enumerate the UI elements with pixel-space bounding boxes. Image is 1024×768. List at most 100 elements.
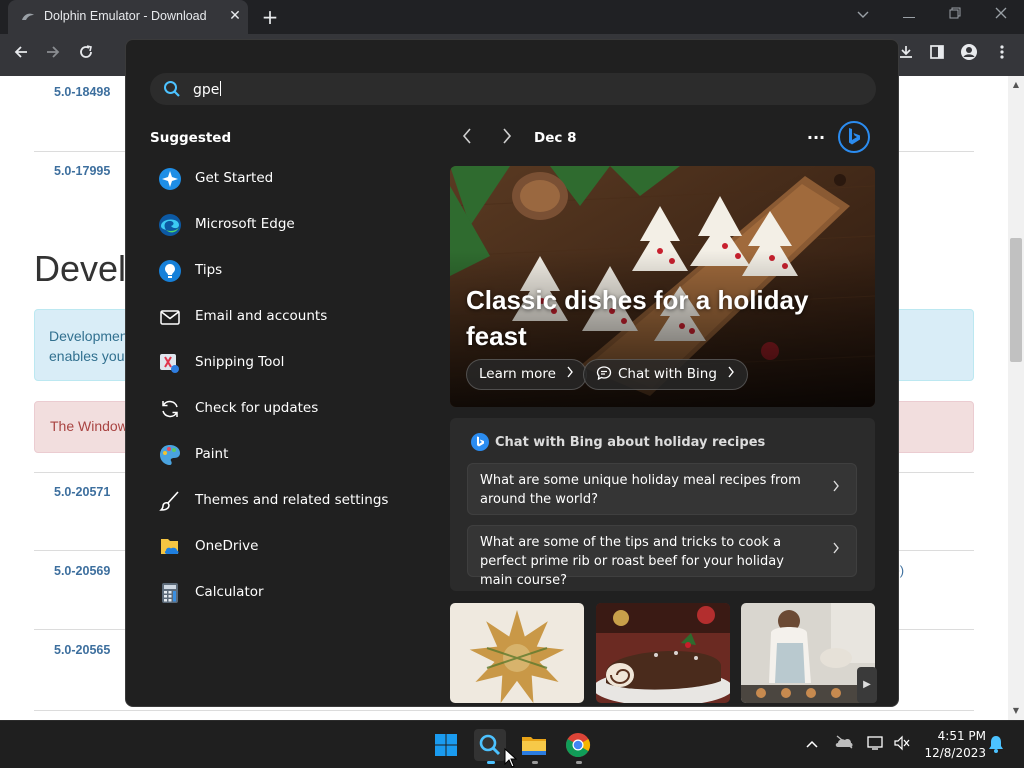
suggested-item-label: Microsoft Edge — [195, 216, 295, 232]
baking-image — [741, 603, 875, 703]
reload-icon[interactable] — [74, 43, 98, 67]
get-started-icon — [158, 167, 182, 191]
suggested-item-label: Get Started — [195, 170, 274, 186]
version-link[interactable]: 5.0-17995 — [54, 164, 110, 178]
profile-icon[interactable] — [957, 43, 981, 67]
version-link[interactable]: 5.0-18498 — [54, 85, 110, 99]
search-icon — [162, 79, 182, 99]
suggested-item-themes-and-related-settings[interactable]: Themes and related settings — [152, 481, 412, 521]
bing-question-button[interactable]: What are some of the tips and tricks to … — [467, 525, 857, 588]
minimize-icon[interactable] — [898, 6, 920, 26]
chat-with-bing-label: Chat with Bing — [618, 366, 717, 382]
bing-question-button[interactable]: What are some unique holiday meal recipe… — [467, 463, 857, 515]
suggested-item-snipping-tool[interactable]: Snipping Tool — [152, 343, 412, 383]
suggested-item-paint[interactable]: Paint — [152, 435, 412, 475]
recipe-thumbnail-yule-log[interactable] — [596, 603, 730, 703]
more-options-button[interactable]: ··· — [804, 126, 828, 150]
restore-icon[interactable] — [944, 6, 966, 26]
bing-logo-icon[interactable] — [837, 120, 871, 154]
bing-chat-title: Chat with Bing about holiday recipes — [495, 435, 766, 450]
suggested-item-label: OneDrive — [195, 538, 259, 554]
bing-question-text: What are some of the tips and tricks to … — [480, 535, 784, 588]
snipping-tool-icon — [158, 351, 182, 375]
yule-log-image — [596, 603, 730, 703]
scroll-up-icon[interactable]: ▲ — [1008, 78, 1024, 92]
chevron-right-icon — [567, 366, 574, 378]
version-link[interactable]: 5.0-20571 — [54, 485, 110, 499]
show-hidden-icons-chevron-icon[interactable] — [802, 735, 822, 755]
suggested-item-label: Snipping Tool — [195, 354, 285, 370]
clock-time[interactable]: 4:51 PM — [926, 729, 986, 743]
suggested-item-calculator[interactable]: Calculator — [152, 573, 412, 613]
learn-more-button[interactable]: Learn more — [466, 359, 588, 390]
network-icon[interactable] — [866, 735, 886, 755]
star-bread-image — [450, 603, 584, 703]
search-box[interactable]: gpe — [150, 73, 876, 105]
chrome-icon[interactable] — [562, 729, 594, 761]
onedrive-icon — [158, 535, 182, 559]
active-indicator — [487, 761, 495, 764]
highlights-date: Dec 8 — [534, 130, 577, 146]
close-window-icon[interactable] — [990, 6, 1012, 26]
chevron-right-icon — [832, 541, 840, 559]
divider — [34, 710, 974, 711]
previous-icon[interactable] — [456, 128, 478, 150]
dolphin-favicon-icon — [20, 9, 36, 25]
search-input[interactable]: gpe — [193, 81, 222, 98]
mouse-cursor-icon — [504, 748, 518, 768]
thumbnails-next-icon[interactable]: ▶ — [857, 667, 877, 703]
edge-icon — [158, 213, 182, 237]
taskbar-search-icon[interactable] — [474, 729, 506, 761]
tab-close-icon[interactable]: ✕ — [226, 7, 244, 25]
suggested-item-onedrive[interactable]: OneDrive — [152, 527, 412, 567]
suggested-item-label: Calculator — [195, 584, 264, 600]
scroll-down-icon[interactable]: ▼ — [1008, 704, 1024, 718]
suggested-item-label: Themes and related settings — [195, 492, 389, 508]
forward-icon[interactable] — [41, 43, 65, 67]
calculator-icon — [158, 581, 182, 605]
suggested-item-microsoft-edge[interactable]: Microsoft Edge — [152, 205, 412, 245]
text-caret — [220, 81, 222, 96]
onedrive-tray-icon[interactable] — [834, 735, 854, 755]
suggested-item-tips[interactable]: Tips — [152, 251, 412, 291]
new-tab-button[interactable]: + — [258, 5, 282, 29]
bing-icon — [470, 432, 490, 452]
brush-icon — [158, 489, 182, 513]
side-panel-icon[interactable] — [925, 43, 949, 67]
mail-icon — [158, 305, 182, 329]
learn-more-label: Learn more — [479, 366, 556, 382]
browser-menu-icon[interactable] — [990, 43, 1014, 67]
browser-tab[interactable]: Dolphin Emulator - Download ✕ — [8, 0, 248, 34]
windows-start-icon[interactable] — [430, 729, 462, 761]
suggested-item-check-for-updates[interactable]: Check for updates — [152, 389, 412, 429]
scrollbar-thumb[interactable] — [1010, 238, 1022, 362]
hero-card[interactable]: Classic dishes for a holiday feast Learn… — [450, 166, 875, 407]
volume-muted-icon[interactable] — [892, 735, 912, 755]
suggested-item-label: Email and accounts — [195, 308, 328, 324]
page-scrollbar[interactable] — [1008, 76, 1024, 720]
file-explorer-icon[interactable] — [518, 729, 550, 761]
suggested-item-get-started[interactable]: Get Started — [152, 159, 412, 199]
recipe-thumbnail-star-bread[interactable] — [450, 603, 584, 703]
suggested-item-label: Tips — [195, 262, 223, 278]
clock-date[interactable]: 12/8/2023 — [920, 746, 986, 760]
version-link[interactable]: 5.0-20569 — [54, 564, 110, 578]
suggested-item-label: Paint — [195, 446, 229, 462]
chat-with-bing-button[interactable]: Chat with Bing — [583, 359, 749, 390]
chat-bubble-icon — [596, 366, 612, 381]
hero-title: Classic dishes for a holiday feast — [466, 285, 809, 351]
recipe-thumbnail-baking[interactable] — [741, 603, 875, 703]
bing-chat-card: Chat with Bing about holiday recipes Wha… — [450, 418, 875, 591]
version-link[interactable]: 5.0-20565 — [54, 643, 110, 657]
paint-icon — [158, 443, 182, 467]
notification-bell-icon[interactable] — [986, 735, 1006, 755]
search-flyout: gpe Suggested Get Started Microsoft Edge… — [125, 39, 899, 707]
back-icon[interactable] — [9, 43, 33, 67]
suggested-heading: Suggested — [150, 130, 232, 146]
refresh-icon — [158, 397, 182, 421]
next-icon[interactable] — [496, 128, 518, 150]
browser-tab-strip: Dolphin Emulator - Download ✕ + — [0, 0, 1024, 34]
tab-search-chevron-icon[interactable] — [852, 6, 874, 26]
running-indicator — [532, 761, 538, 764]
suggested-item-email-and-accounts[interactable]: Email and accounts — [152, 297, 412, 337]
